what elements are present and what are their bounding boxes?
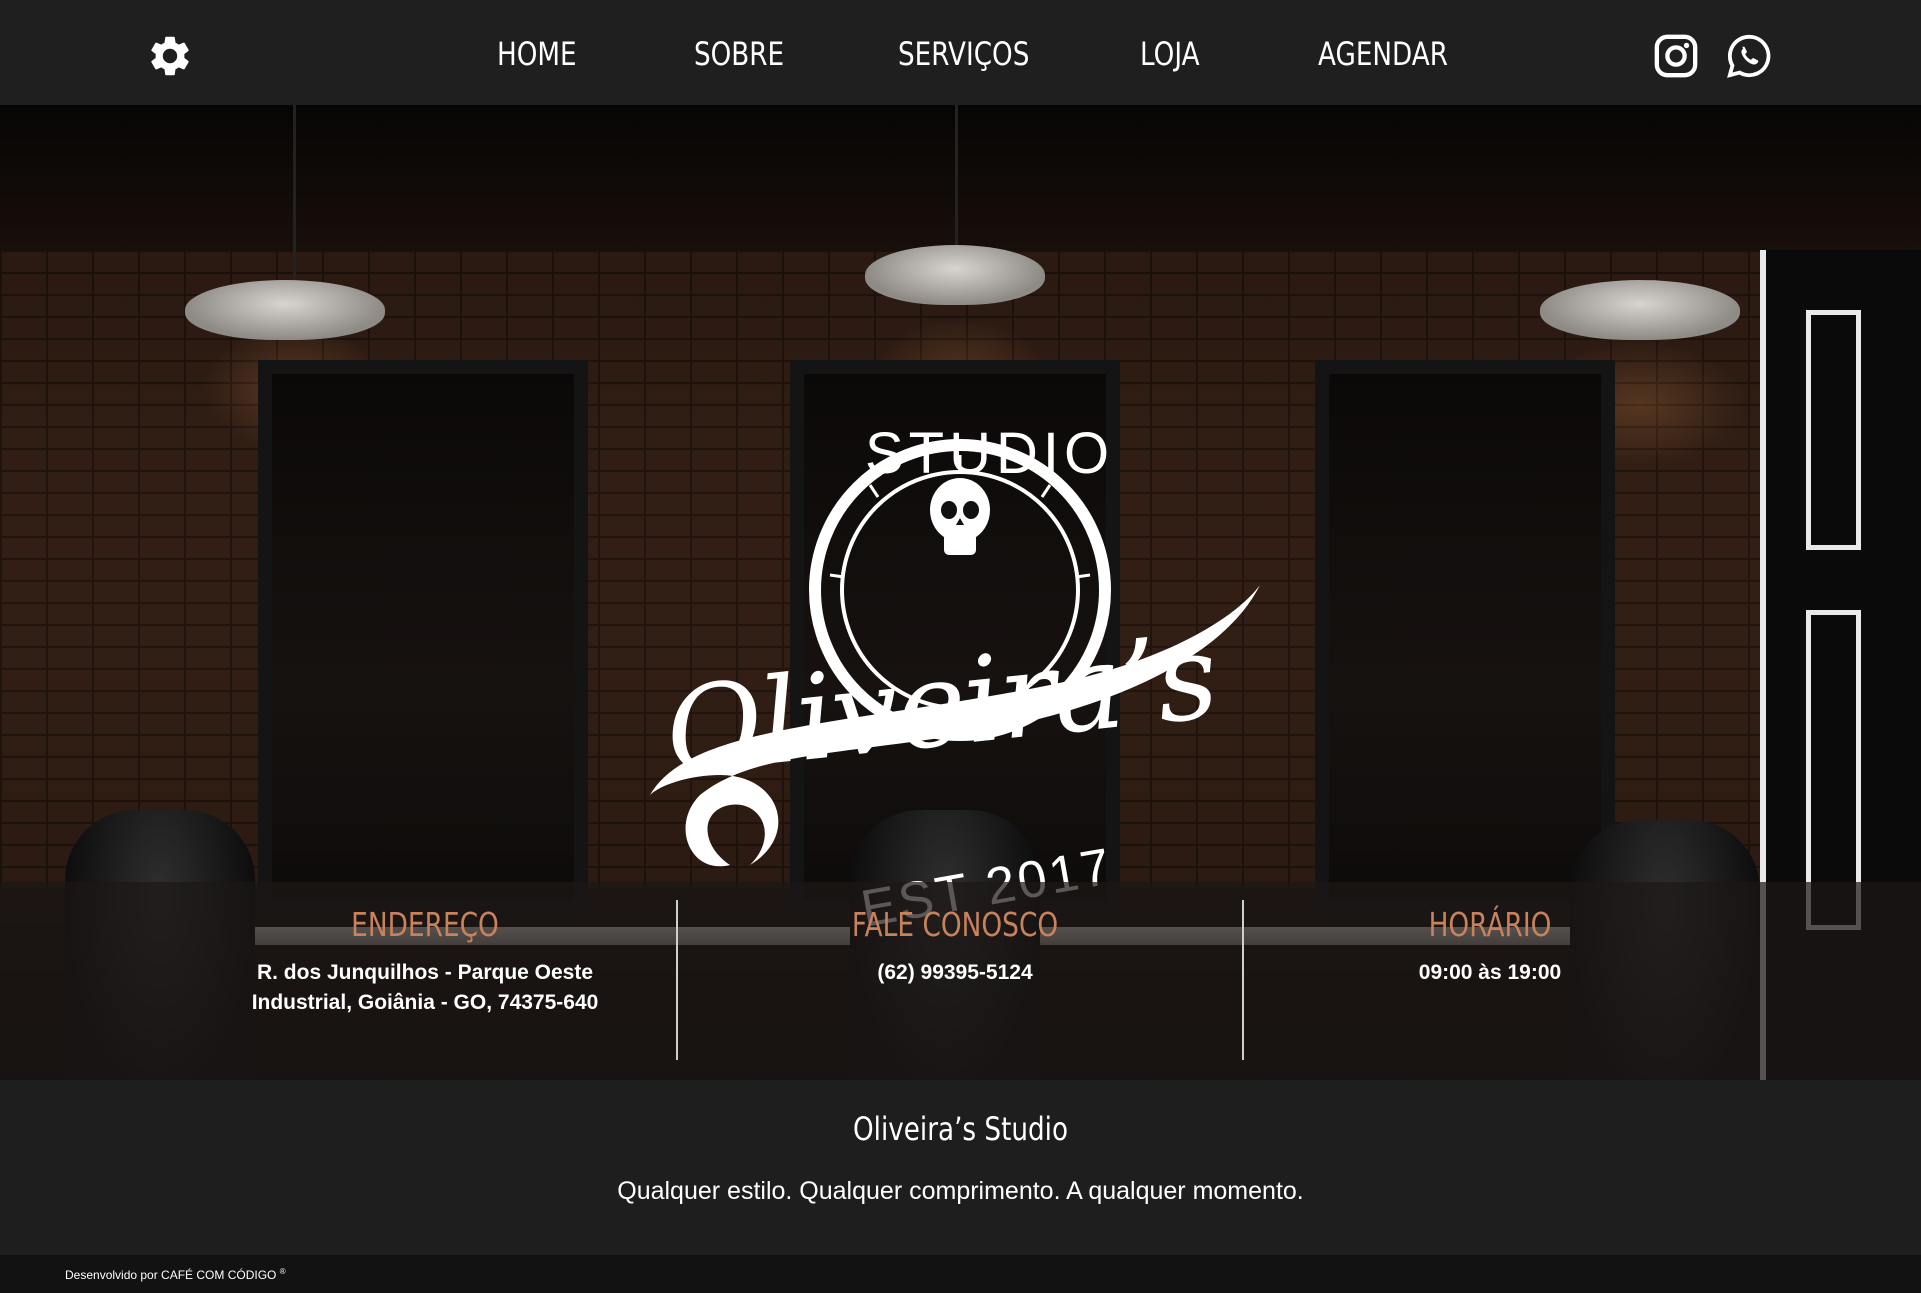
footer-title: Oliveira’s Studio <box>853 1110 1068 1148</box>
divider <box>1242 900 1244 1060</box>
address-line-2: Industrial, Goiânia - GO, 74375-640 <box>251 991 599 1014</box>
registered-mark: ® <box>279 1267 286 1276</box>
brand-logo: STUDIO Oliveira’s EST 2017 <box>630 305 1280 939</box>
instagram-icon[interactable] <box>1653 33 1699 79</box>
contact-title: FALE CONOSCO <box>851 905 1059 944</box>
contact-phone[interactable]: (62) 99395-5124 <box>720 958 1190 988</box>
skull-icon <box>930 478 990 555</box>
info-band: ENDEREÇO R. dos Junquilhos - Parque Oest… <box>0 882 1921 1080</box>
nav-item-home[interactable]: HOME <box>497 34 577 74</box>
contact-block: FALE CONOSCO (62) 99395-5124 <box>720 882 1190 1080</box>
mirror-right <box>1315 360 1615 915</box>
lamp-left <box>185 280 385 340</box>
address-title: ENDEREÇO <box>351 905 499 944</box>
footer-tagline: Qualquer estilo. Qualquer comprimento. A… <box>617 1177 1304 1205</box>
credits-text[interactable]: Desenvolvido por CAFÉ COM CÓDIGO ® <box>65 1267 286 1282</box>
lamp-center <box>865 245 1045 305</box>
nav-item-servicos[interactable]: SERVIÇOS <box>898 34 1029 74</box>
address-line-1: R. dos Junquilhos - Parque Oeste <box>256 961 594 984</box>
top-navbar: HOME SOBRE SERVIÇOS LOJA AGENDAR <box>0 0 1921 105</box>
logo-emblem <box>650 439 1260 867</box>
hours-title: HORÁRIO <box>1428 905 1552 944</box>
divider <box>676 900 678 1060</box>
nav-item-loja[interactable]: LOJA <box>1140 34 1200 74</box>
hours-block: HORÁRIO 09:00 às 19:00 <box>1300 882 1680 1080</box>
footer: Oliveira’s Studio Qualquer estilo. Qualq… <box>0 1080 1921 1255</box>
address-block: ENDEREÇO R. dos Junquilhos - Parque Oest… <box>205 882 645 1080</box>
nav-item-agendar[interactable]: AGENDAR <box>1318 34 1448 74</box>
logo-studio-text: STUDIO <box>865 421 1115 486</box>
credits-label: Desenvolvido por CAFÉ COM CÓDIGO <box>65 1268 277 1282</box>
lamp-right <box>1540 280 1740 340</box>
mirror-left <box>258 360 588 915</box>
hours-value: 09:00 às 19:00 <box>1418 961 1562 984</box>
main-menu: HOME SOBRE SERVIÇOS LOJA AGENDAR <box>0 0 1921 105</box>
credits-bar: Desenvolvido por CAFÉ COM CÓDIGO ® <box>0 1255 1921 1293</box>
nav-item-sobre[interactable]: SOBRE <box>694 34 784 74</box>
whatsapp-icon[interactable] <box>1726 33 1772 79</box>
